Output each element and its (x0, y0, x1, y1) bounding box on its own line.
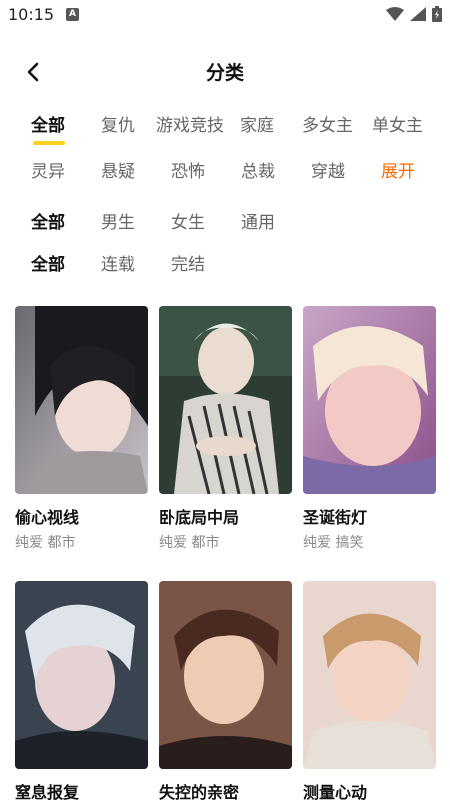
comic-title[interactable]: 测量心动 (303, 779, 367, 803)
audience-chip-female[interactable]: 女生 (171, 208, 205, 233)
genre-chip-single-heroine[interactable]: 单女主 (372, 111, 423, 136)
comic-title[interactable]: 窒息报复 (15, 779, 79, 803)
comic-tags: 纯爱 都市 (159, 535, 220, 551)
genre-chip-multi-heroine[interactable]: 多女主 (302, 111, 353, 136)
comic-cover[interactable] (15, 306, 148, 494)
genre-chip-supernatural[interactable]: 灵异 (31, 157, 65, 182)
audience-chip-general[interactable]: 通用 (241, 208, 275, 233)
comic-tags: 纯爱 都市 (15, 535, 76, 551)
status-bar: 10:15 A (0, 0, 450, 32)
comic-title[interactable]: 偷心视线 (15, 504, 79, 528)
comic-title[interactable]: 失控的亲密 (159, 779, 239, 803)
audience-chip-male[interactable]: 男生 (101, 208, 135, 233)
genre-filter-row-2: 灵异 悬疑 恐怖 总裁 穿越 展开 (0, 157, 450, 187)
signal-icon (410, 7, 426, 21)
genre-filter-row-1: 全部 复仇 游戏竞技 家庭 多女主 单女主 (0, 111, 450, 145)
genre-chip-time-travel[interactable]: 穿越 (311, 157, 345, 182)
battery-icon (432, 6, 442, 22)
audience-chip-all[interactable]: 全部 (31, 208, 65, 233)
status-chip-completed[interactable]: 完结 (171, 250, 205, 275)
expand-button[interactable]: 展开 (381, 157, 415, 182)
wifi-icon (386, 7, 404, 21)
comic-cover[interactable] (303, 306, 436, 494)
comic-cover[interactable] (15, 581, 148, 769)
page-title: 分类 (205, 62, 244, 84)
genre-chip-all[interactable]: 全部 (31, 111, 65, 136)
comic-cover[interactable] (303, 581, 436, 769)
audience-filter-row: 全部 男生 女生 通用 (0, 208, 450, 238)
genre-chip-gaming[interactable]: 游戏竞技 (156, 111, 224, 136)
status-icons (386, 6, 442, 22)
genre-chip-horror[interactable]: 恐怖 (171, 157, 205, 182)
status-chip-all[interactable]: 全部 (31, 250, 65, 275)
genre-chip-family[interactable]: 家庭 (240, 111, 274, 136)
genre-chip-mystery[interactable]: 悬疑 (101, 157, 135, 182)
notification-icon: A (66, 8, 79, 21)
comic-cover[interactable] (159, 306, 292, 494)
comic-title[interactable]: 圣诞街灯 (303, 504, 367, 528)
status-chip-ongoing[interactable]: 连载 (101, 250, 135, 275)
active-tab-underline (33, 141, 65, 145)
header: 分类 (0, 50, 450, 90)
comic-title[interactable]: 卧底局中局 (159, 504, 239, 528)
status-filter-row: 全部 连载 完结 (0, 250, 450, 280)
status-time: 10:15 (8, 5, 55, 24)
genre-chip-ceo[interactable]: 总裁 (241, 157, 275, 182)
comic-tags: 纯爱 搞笑 (303, 535, 364, 551)
comic-cover[interactable] (159, 581, 292, 769)
genre-chip-revenge[interactable]: 复仇 (101, 111, 135, 136)
